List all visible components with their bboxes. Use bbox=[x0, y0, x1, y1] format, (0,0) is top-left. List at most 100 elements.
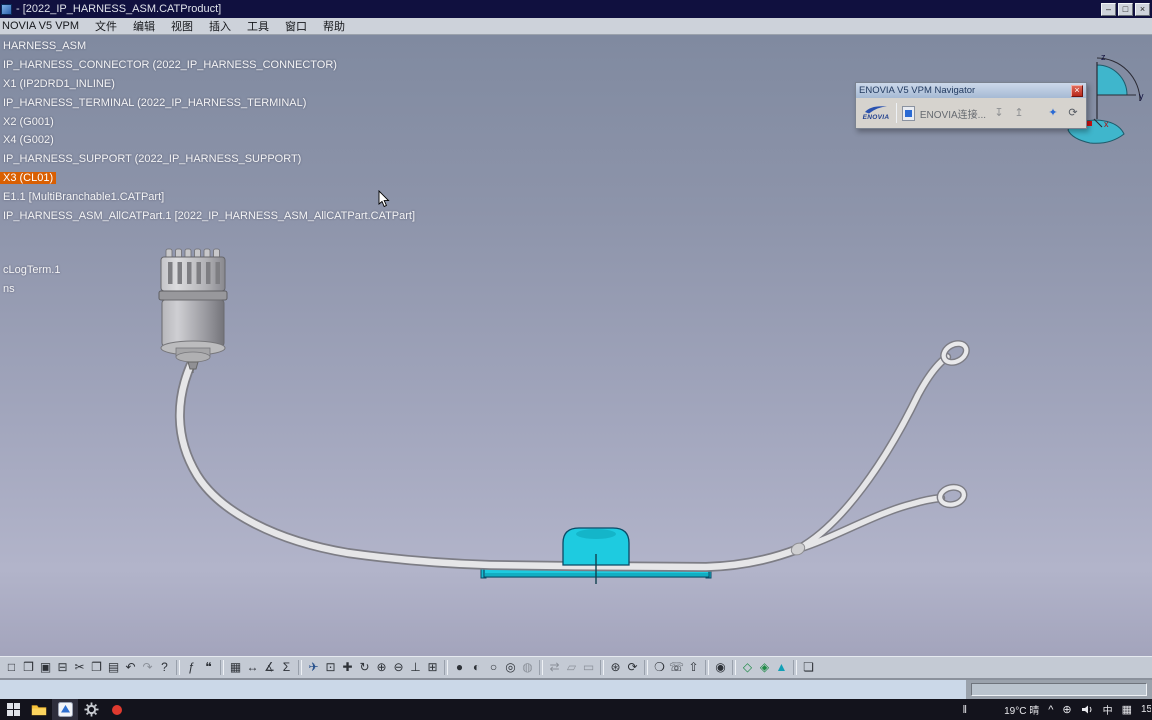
toolbar-icon[interactable]: ⊕ bbox=[373, 658, 390, 677]
tree-node[interactable]: ns bbox=[0, 280, 63, 299]
toolbar-icon[interactable]: ❒ bbox=[20, 658, 37, 677]
toolbar-icon[interactable]: ▱ bbox=[563, 658, 580, 677]
toolbar-icon[interactable]: ◇ bbox=[739, 658, 756, 677]
toolbar-icon[interactable] bbox=[644, 660, 648, 675]
tree-node[interactable]: IP_HARNESS_CONNECTOR (2022_IP_HARNESS_CO… bbox=[0, 56, 418, 75]
tree-node-label[interactable]: E1.1 [MultiBranchable1.CATPart] bbox=[0, 191, 167, 203]
toolbar-icon[interactable]: ○ bbox=[485, 658, 502, 677]
toolbar-icon[interactable] bbox=[793, 660, 797, 675]
toolbar-icon[interactable]: ↶ bbox=[122, 658, 139, 677]
recorder-button[interactable] bbox=[104, 699, 130, 720]
menu-item[interactable]: 编辑 bbox=[125, 18, 163, 34]
toolbar-icon[interactable] bbox=[220, 660, 224, 675]
toolbar-icon[interactable]: ✂ bbox=[71, 658, 88, 677]
tree-node-label[interactable]: IP_HARNESS_SUPPORT (2022_IP_HARNESS_SUPP… bbox=[0, 153, 304, 165]
toolbar-icon[interactable] bbox=[732, 660, 736, 675]
tree-node[interactable]: HARNESS_ASM bbox=[0, 37, 418, 56]
harness-cables[interactable] bbox=[174, 352, 952, 573]
toolbar-icon[interactable]: ⊞ bbox=[424, 658, 441, 677]
toolbar-icon[interactable]: ↻ bbox=[356, 658, 373, 677]
menu-item[interactable]: 帮助 bbox=[315, 18, 353, 34]
toolbar-icon[interactable]: ↷ bbox=[139, 658, 156, 677]
toolbar-icon[interactable]: ⟳ bbox=[624, 658, 641, 677]
toolbar-icon[interactable]: ▲ bbox=[773, 658, 790, 677]
close-button[interactable]: × bbox=[1135, 2, 1150, 16]
tree-node-label[interactable]: X4 (G002) bbox=[0, 134, 57, 146]
tree-node-label[interactable]: IP_HARNESS_CONNECTOR (2022_IP_HARNESS_CO… bbox=[0, 59, 340, 71]
tree-node[interactable]: IP_HARNESS_ASM_AllCATPart.1 [2022_IP_HAR… bbox=[0, 206, 418, 225]
harness-connector[interactable] bbox=[158, 248, 228, 373]
weather-widget[interactable]: 19°C 晴 bbox=[1004, 702, 1039, 717]
tree-node-label[interactable]: ns bbox=[0, 283, 18, 295]
tree-node[interactable]: E1.1 [MultiBranchable1.CATPart] bbox=[0, 187, 418, 206]
palette-icon[interactable]: ✦ bbox=[1045, 105, 1061, 121]
toolbar-icon[interactable]: ⊡ bbox=[322, 658, 339, 677]
menu-item[interactable]: 插入 bbox=[201, 18, 239, 34]
vpm-toggle-icon[interactable] bbox=[902, 105, 915, 121]
tree-node[interactable]: IP_HARNESS_SUPPORT (2022_IP_HARNESS_SUPP… bbox=[0, 150, 418, 169]
palette-close-button[interactable]: × bbox=[1071, 84, 1083, 97]
toolbar-icon[interactable]: ⊛ bbox=[607, 658, 624, 677]
toolbar-icon[interactable] bbox=[444, 660, 448, 675]
tree-node-label[interactable]: IP_HARNESS_ASM_AllCATPart.1 [2022_IP_HAR… bbox=[0, 210, 418, 222]
palette-icon[interactable]: ⟳ bbox=[1065, 105, 1081, 121]
toolbar-icon[interactable]: ◈ bbox=[756, 658, 773, 677]
toolbar-icon[interactable]: ⊖ bbox=[390, 658, 407, 677]
toolbar-icon[interactable]: ☏ bbox=[668, 658, 685, 677]
menu-item[interactable]: NOVIA V5 VPM bbox=[0, 20, 87, 32]
menu-item[interactable]: 文件 bbox=[87, 18, 125, 34]
settings-button[interactable] bbox=[78, 699, 104, 720]
toolbar-icon[interactable]: ❍ bbox=[651, 658, 668, 677]
toolbar-icon[interactable]: ▤ bbox=[105, 658, 122, 677]
volume-icon[interactable] bbox=[1081, 704, 1094, 715]
toolbar-icon[interactable]: ▦ bbox=[227, 658, 244, 677]
toolbar-icon[interactable]: ƒ bbox=[183, 658, 200, 677]
toolbar-icon[interactable]: ✈ bbox=[305, 658, 322, 677]
tree-node-label[interactable]: X2 (G001) bbox=[0, 116, 57, 128]
toolbar-icon[interactable] bbox=[298, 660, 302, 675]
toolbar-icon[interactable]: ⇄ bbox=[546, 658, 563, 677]
toolbar-icon[interactable]: ◍ bbox=[519, 658, 536, 677]
toolbar-icon[interactable]: □ bbox=[3, 658, 20, 677]
toolbar-icon[interactable] bbox=[539, 660, 543, 675]
tree-node[interactable]: X1 (IP2DRD1_INLINE) bbox=[0, 75, 418, 94]
toolbar-icon[interactable]: ◉ bbox=[712, 658, 729, 677]
toolbar-icon[interactable]: ❐ bbox=[88, 658, 105, 677]
toolbar-icon[interactable]: ❝ bbox=[200, 658, 217, 677]
tree-node[interactable]: X2 (G001) bbox=[0, 112, 418, 131]
toolbar-icon[interactable]: ⇧ bbox=[685, 658, 702, 677]
restore-button[interactable]: □ bbox=[1118, 2, 1133, 16]
tree-node[interactable]: X3 (CL01) bbox=[0, 169, 418, 188]
toolbar-icon[interactable]: ✚ bbox=[339, 658, 356, 677]
vpm-connect-label[interactable]: ENOVIA连接... bbox=[920, 106, 986, 121]
ring-terminal-1[interactable] bbox=[940, 340, 970, 366]
tree-node-label[interactable]: cLogTerm.1 bbox=[0, 264, 63, 276]
toolbar-icon[interactable]: ❏ bbox=[800, 658, 817, 677]
minimize-button[interactable]: – bbox=[1101, 2, 1116, 16]
menu-item[interactable]: 工具 bbox=[239, 18, 277, 34]
toolbar-icon[interactable]: ↔ bbox=[244, 658, 261, 677]
tree-node[interactable]: cLogTerm.1 bbox=[0, 261, 63, 280]
toolbar-icon[interactable]: ▭ bbox=[580, 658, 597, 677]
tray-expand-icon[interactable]: ^ bbox=[1048, 704, 1053, 716]
menu-item[interactable]: 视图 bbox=[163, 18, 201, 34]
tree-node-label[interactable]: IP_HARNESS_TERMINAL (2022_IP_HARNESS_TER… bbox=[0, 97, 309, 109]
enovia-navigator-palette[interactable]: ENOVIA V5 VPM Navigator × ENOVIA ENOVIA连… bbox=[855, 82, 1087, 129]
toolbar-icon[interactable]: ▣ bbox=[37, 658, 54, 677]
palette-icon[interactable]: ↧ bbox=[991, 105, 1007, 121]
ring-terminal-2[interactable] bbox=[936, 483, 968, 509]
palette-title-bar[interactable]: ENOVIA V5 VPM Navigator × bbox=[856, 83, 1086, 98]
catia-app-button[interactable] bbox=[52, 699, 78, 720]
tree-node[interactable]: IP_HARNESS_TERMINAL (2022_IP_HARNESS_TER… bbox=[0, 93, 418, 112]
tree-node-label[interactable]: HARNESS_ASM bbox=[0, 40, 89, 52]
toolbar-icon[interactable]: ● bbox=[451, 658, 468, 677]
toolbar-icon[interactable] bbox=[600, 660, 604, 675]
toolbar-icon[interactable]: ? bbox=[156, 658, 173, 677]
file-explorer-button[interactable] bbox=[26, 699, 52, 720]
ime-indicator[interactable]: 中 bbox=[1103, 702, 1113, 717]
toolbar-icon[interactable]: ⊥ bbox=[407, 658, 424, 677]
toolbar-icon[interactable]: ◐ bbox=[468, 658, 485, 677]
network-icon[interactable]: ⊕ bbox=[1062, 703, 1071, 716]
tree-node[interactable]: X4 (G002) bbox=[0, 131, 418, 150]
toolbar-icon[interactable]: Σ bbox=[278, 658, 295, 677]
